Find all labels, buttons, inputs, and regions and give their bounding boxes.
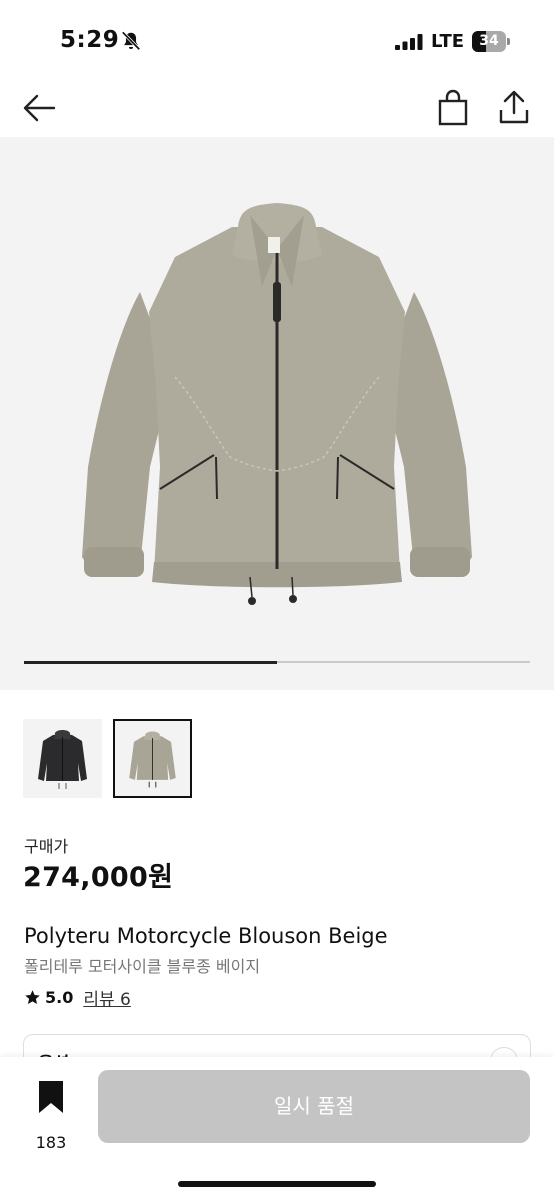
product-image-carousel[interactable]: [0, 137, 554, 690]
price-label: 구매가: [24, 837, 69, 856]
bookmark-button[interactable]: 183: [22, 1079, 80, 1152]
battery-level: 34: [479, 33, 499, 49]
share-icon[interactable]: [494, 88, 534, 128]
shopping-bag-icon[interactable]: [434, 88, 472, 128]
bell-slash-icon: [121, 31, 141, 51]
status-bar: 5:29 LTE 34: [0, 0, 554, 80]
price-value: 274,000원: [23, 862, 174, 893]
thumbnail-beige[interactable]: [113, 719, 192, 798]
arrow-left-icon[interactable]: [20, 88, 60, 128]
review-link[interactable]: 리뷰 6: [83, 985, 131, 1010]
bookmark-count: 183: [35, 1133, 67, 1152]
product-name: Polyteru Motorcycle Blouson Beige: [24, 924, 388, 948]
star-icon: [25, 989, 40, 1004]
status-time: 5:29: [60, 27, 120, 53]
thumbnail-image: [129, 731, 176, 788]
bookmark-icon: [39, 1081, 63, 1113]
product-image: [82, 203, 472, 605]
network-label: LTE: [431, 31, 465, 52]
carousel-progress: [24, 660, 530, 664]
rating-row: 5.0 리뷰 6: [24, 985, 131, 1010]
bottom-action-bar: 183 일시 품절: [0, 1057, 554, 1200]
sold-out-button[interactable]: 일시 품절: [98, 1070, 530, 1143]
product-subname: 폴리테루 모터사이클 블루종 베이지: [24, 957, 261, 976]
top-nav: [0, 80, 554, 137]
thumbnail-black[interactable]: [23, 719, 102, 798]
carousel-progress-fill: [24, 660, 277, 664]
thumbnail-image: [38, 730, 87, 789]
home-indicator: [178, 1181, 376, 1187]
battery-icon: 34: [472, 31, 510, 52]
signal-icon: [395, 34, 423, 50]
rating-value: 5.0: [45, 987, 74, 1007]
